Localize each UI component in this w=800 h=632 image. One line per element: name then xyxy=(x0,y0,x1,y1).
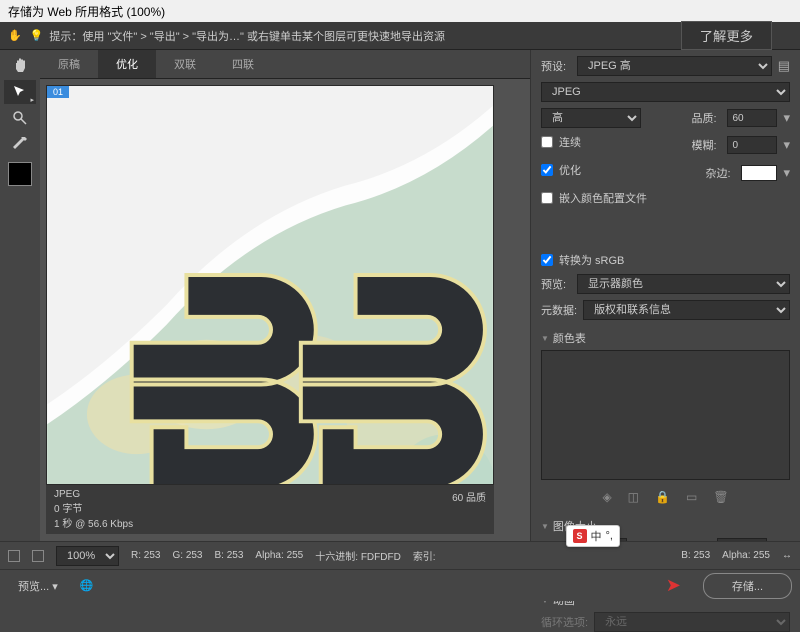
embed-profile-label: 嵌入颜色配置文件 xyxy=(559,190,647,206)
preview-image xyxy=(47,86,493,484)
ct-pick-icon[interactable]: ◈ xyxy=(602,490,611,504)
color-table xyxy=(541,350,790,480)
quality-label: 品质: xyxy=(691,110,721,126)
blur-label: 模糊: xyxy=(691,137,721,153)
left-toolbar: ▸ xyxy=(0,50,40,559)
info-size: 0 字节 xyxy=(54,500,133,515)
learn-more-button[interactable]: 了解更多 xyxy=(681,21,772,50)
sb-icon-2[interactable] xyxy=(32,550,44,562)
ct-new-icon[interactable]: ▭ xyxy=(686,490,697,504)
slice-badge: 01 xyxy=(47,86,69,98)
loop-select: 永远 xyxy=(594,612,790,632)
sb-icon-1[interactable] xyxy=(8,550,20,562)
metadata-select[interactable]: 版权和联系信息 xyxy=(583,300,790,320)
srgb-label: 转换为 sRGB xyxy=(559,252,624,268)
hint-bar: ✋ 💡 提示：使用 "文件" > "导出" > "导出为…" 或右键单击某个图层… xyxy=(0,22,800,50)
settings-panel: 预设: JPEG 高 ▤ JPEG 高 品质: ▾ 连续 模糊: ▾ 优化 杂边… xyxy=(530,50,800,559)
preset-label: 预设: xyxy=(541,58,571,74)
ime-punct-icon: °, xyxy=(606,530,613,542)
ime-s-icon: S xyxy=(573,529,587,543)
progressive-label: 连续 xyxy=(559,134,581,150)
tab-4up[interactable]: 四联 xyxy=(214,50,272,78)
matte-dropdown-icon[interactable]: ▾ xyxy=(783,165,790,181)
format-select[interactable]: JPEG xyxy=(541,82,790,102)
scrub-icon[interactable]: ↔ xyxy=(782,550,792,561)
blur-input[interactable] xyxy=(727,136,777,154)
hint-text: 提示：使用 "文件" > "导出" > "导出为…" 或右键单击某个图层可更快速… xyxy=(49,28,680,44)
hand-icon: ✋ xyxy=(8,29,22,42)
save-button[interactable]: 存储... xyxy=(703,573,792,599)
matte-label: 杂边: xyxy=(705,165,735,181)
status-a2: Alpha: 255 xyxy=(722,550,770,561)
status-g: G: 253 xyxy=(172,550,202,561)
status-index: 索引: xyxy=(413,548,436,563)
info-format: JPEG xyxy=(54,489,133,500)
status-r: R: 253 xyxy=(131,550,160,561)
loop-label: 循环选项: xyxy=(541,614,588,630)
status-bar: 100% R: 253 G: 253 B: 253 Alpha: 255 十六进… xyxy=(0,541,800,569)
ime-indicator[interactable]: S 中 °, xyxy=(566,525,620,547)
blur-dropdown-icon[interactable]: ▾ xyxy=(783,137,790,153)
status-alpha: Alpha: 255 xyxy=(255,550,303,561)
preset-select[interactable]: JPEG 高 xyxy=(577,56,772,76)
red-arrow-annotation: ➤ xyxy=(666,575,681,596)
status-hex: 十六进制: FDFDFD xyxy=(315,548,401,563)
preview-label: 预览: xyxy=(541,276,571,292)
preview-canvas-frame[interactable]: 01 xyxy=(46,85,494,485)
optimized-label: 优化 xyxy=(559,162,581,178)
status-b: B: 253 xyxy=(215,550,244,561)
slice-select-tool[interactable]: ▸ xyxy=(4,80,36,104)
browser-icon[interactable]: 🌐 xyxy=(80,579,94,592)
bulb-icon: 💡 xyxy=(30,29,44,42)
preview-button[interactable]: 预览... ▾ xyxy=(8,574,68,598)
tab-optimized[interactable]: 优化 xyxy=(98,50,156,78)
matte-color[interactable] xyxy=(741,165,777,181)
tab-original[interactable]: 原稿 xyxy=(40,50,98,78)
preview-info: JPEG 0 字节 1 秒 @ 56.6 Kbps 60 品质 xyxy=(46,485,494,534)
preview-select[interactable]: 显示器颜色 xyxy=(577,274,790,294)
status-b2: B: 253 xyxy=(681,550,710,561)
preset-menu-icon[interactable]: ▤ xyxy=(778,58,790,74)
info-quality: 60 品质 xyxy=(452,489,486,504)
ct-delete-icon[interactable]: 🗑 xyxy=(713,490,728,504)
embed-profile-checkbox[interactable] xyxy=(541,192,553,204)
foreground-color[interactable] xyxy=(8,162,32,186)
ct-lock-icon[interactable]: 🔒 xyxy=(655,490,670,504)
action-bar: 预览... ▾ 🌐 ➤ 存储... xyxy=(0,569,800,601)
quality-dropdown-icon[interactable]: ▾ xyxy=(783,110,790,126)
color-table-header[interactable]: 颜色表 xyxy=(541,330,790,346)
preview-tabs: 原稿 优化 双联 四联 xyxy=(40,50,530,79)
srgb-checkbox[interactable] xyxy=(541,254,553,266)
quality-input[interactable] xyxy=(727,109,777,127)
zoom-select[interactable]: 100% xyxy=(56,546,119,566)
info-time: 1 秒 @ 56.6 Kbps xyxy=(54,515,133,530)
window-titlebar: 存储为 Web 所用格式 (100%) xyxy=(0,0,800,22)
hand-tool[interactable] xyxy=(4,54,36,78)
optimized-checkbox[interactable] xyxy=(541,164,553,176)
metadata-label: 元数据: xyxy=(541,302,577,318)
ct-shift-icon[interactable]: ◫ xyxy=(628,490,639,504)
window-title: 存储为 Web 所用格式 (100%) xyxy=(8,5,165,19)
color-table-toolbar: ◈ ◫ 🔒 ▭ 🗑 xyxy=(541,486,790,508)
zoom-tool[interactable] xyxy=(4,106,36,130)
progressive-checkbox[interactable] xyxy=(541,136,553,148)
eyedropper-tool[interactable] xyxy=(4,132,36,156)
tab-2up[interactable]: 双联 xyxy=(156,50,214,78)
compression-select[interactable]: 高 xyxy=(541,108,641,128)
ime-lang: 中 xyxy=(591,528,602,544)
